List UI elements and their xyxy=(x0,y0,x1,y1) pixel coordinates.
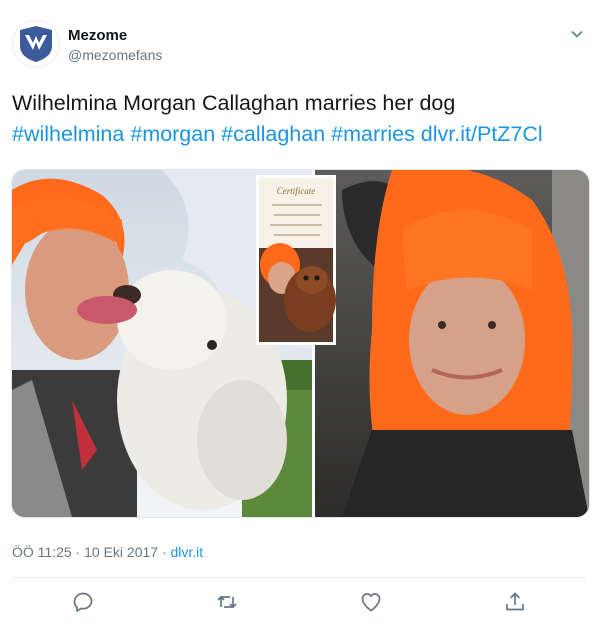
retweet-icon[interactable] xyxy=(215,590,239,614)
hashtag-link[interactable]: #callaghan xyxy=(221,122,325,146)
tweet-card[interactable]: Mezome @mezomefans Wilhelmina Morgan Cal… xyxy=(0,0,598,626)
account-name[interactable]: Mezome xyxy=(68,27,127,44)
certificate-heading: Certificate xyxy=(277,186,316,196)
account-handle[interactable]: @mezomefans xyxy=(68,47,162,63)
chevron-down-icon[interactable] xyxy=(570,27,584,41)
divider xyxy=(12,577,586,578)
hashtag-link[interactable]: #morgan xyxy=(130,122,215,146)
reply-icon[interactable] xyxy=(71,590,95,614)
action-bar xyxy=(0,588,598,618)
tweet-body: Wilhelmina Morgan Callaghan marries her … xyxy=(12,91,456,115)
tweet-source-link[interactable]: dlvr.it xyxy=(171,544,204,560)
heart-icon[interactable] xyxy=(359,590,383,614)
tweet-media-photo[interactable]: Certificate xyxy=(11,169,590,518)
avatar[interactable] xyxy=(12,20,60,68)
photo-collage: Certificate xyxy=(12,170,589,517)
tweet-meta: ÖÖ 11:25 · 10 Eki 2017 · dlvr.it xyxy=(12,544,203,560)
share-icon[interactable] xyxy=(503,590,527,614)
hashtag-link[interactable]: #wilhelmina xyxy=(12,122,124,146)
hashtag-link[interactable]: #marries xyxy=(331,122,415,146)
tweet-timestamp[interactable]: ÖÖ 11:25 · 10 Eki 2017 · xyxy=(12,544,171,560)
url-link[interactable]: dlvr.it/PtZ7Cl xyxy=(421,122,543,146)
tweet-text: Wilhelmina Morgan Callaghan marries her … xyxy=(12,88,587,150)
mezome-wing-logo-icon xyxy=(20,26,52,62)
